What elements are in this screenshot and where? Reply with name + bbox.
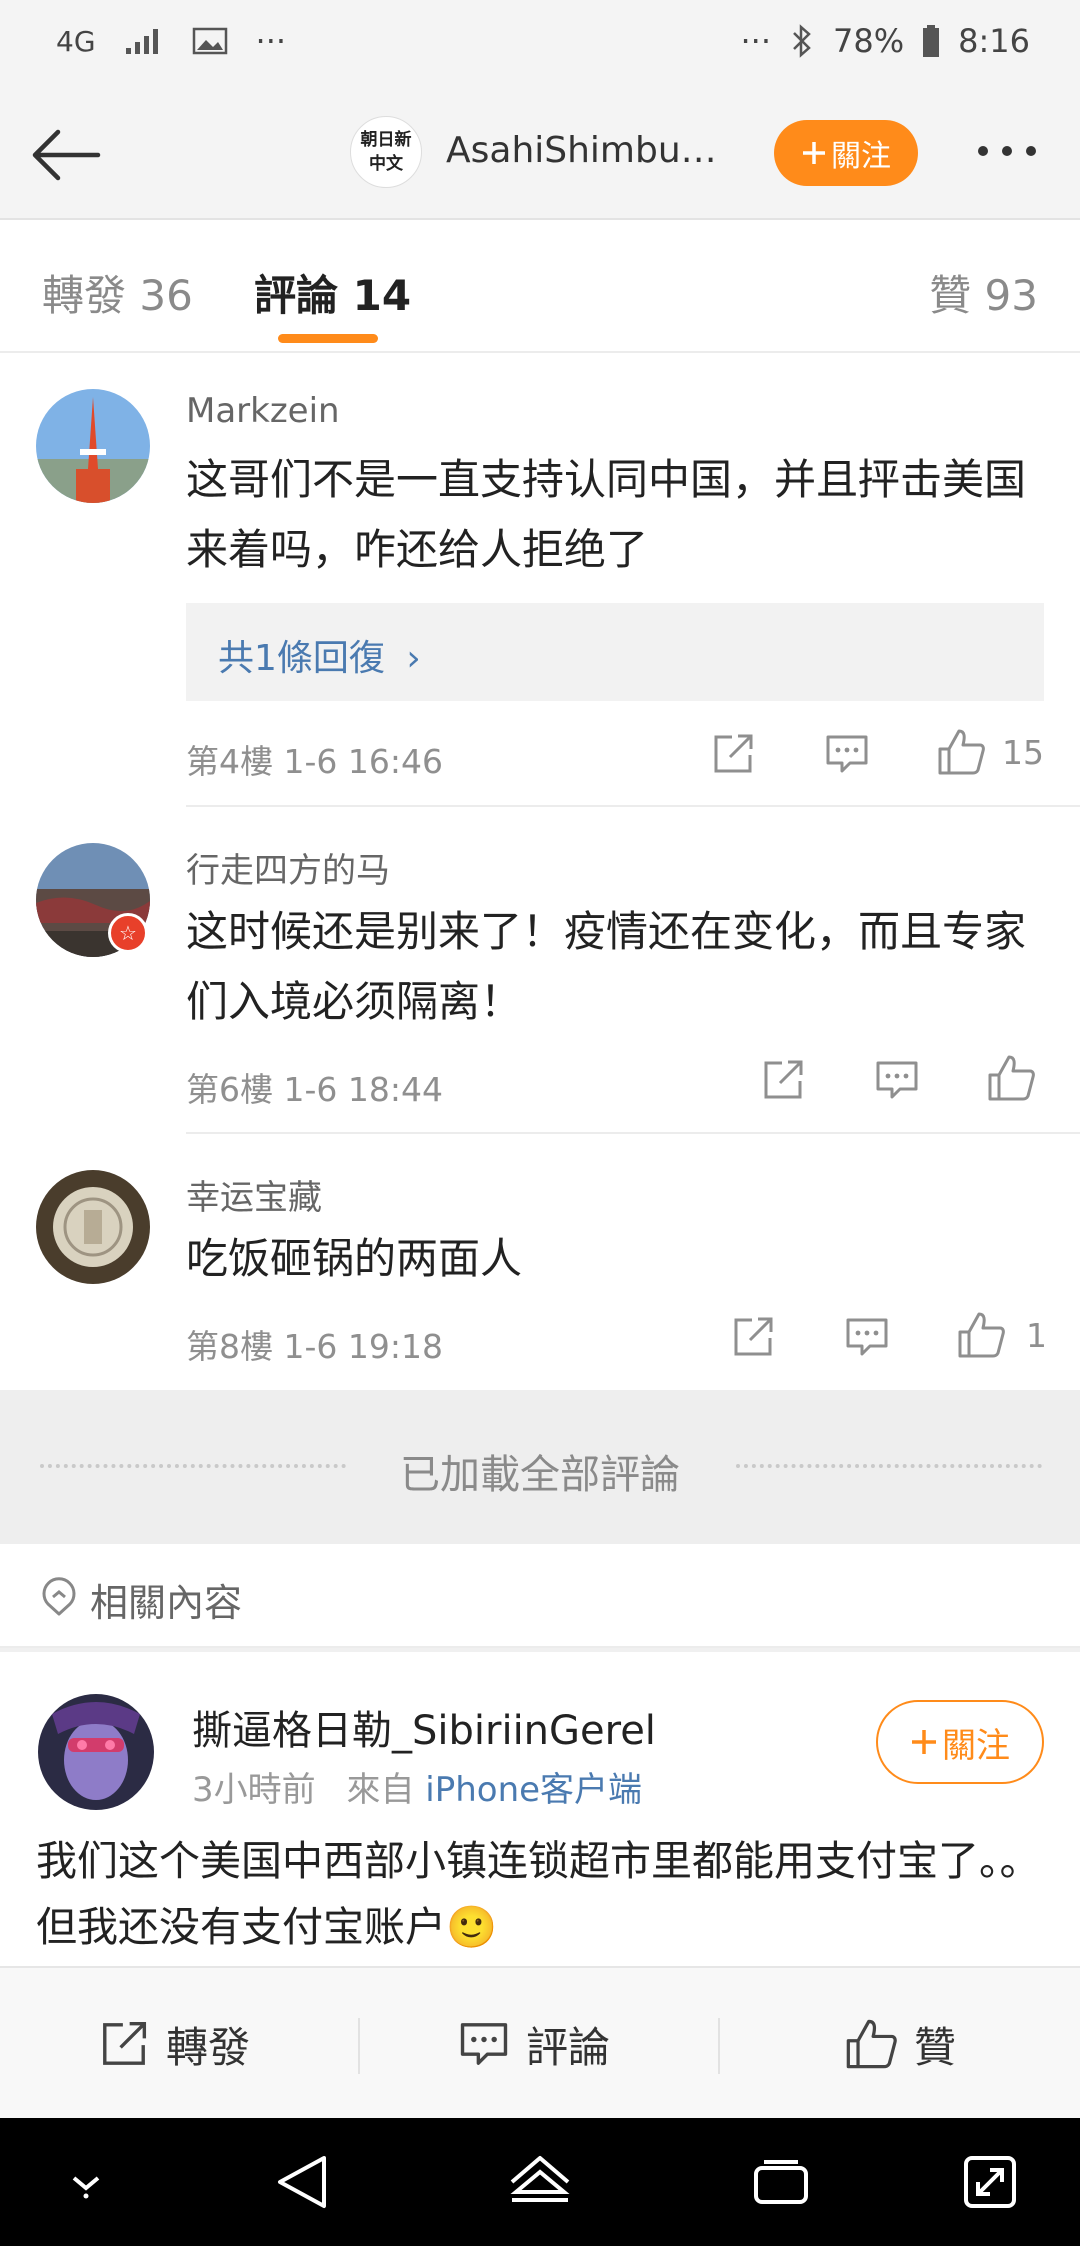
like-bottom-button[interactable]: 贊 <box>844 2014 956 2074</box>
comment-meta: 第6樓 1-6 18:44 <box>186 1063 443 1111</box>
comment-floor: 第6樓 <box>186 1070 273 1109</box>
more-options-icon[interactable] <box>978 146 1036 156</box>
comment-username[interactable]: 行走四方的马 <box>186 843 390 892</box>
clock: 8:16 <box>958 22 1030 60</box>
comment-username[interactable]: Markzein <box>186 391 340 431</box>
comment-item: 幸运宝藏 吃饭砸锅的两面人 第8樓 1-6 19:18 1 <box>0 1134 1080 1390</box>
related-label: 相關內容 <box>90 1581 243 1625</box>
battery-percent: 78% <box>833 22 905 60</box>
post-username[interactable]: 撕逼格日勒_SibiriinGerel <box>192 1698 656 1756</box>
account-avatar[interactable]: 朝日新 中文 <box>350 116 422 188</box>
like-label: 贊 <box>914 2022 957 2072</box>
tab-reposts[interactable]: 轉發 36 <box>42 262 193 323</box>
reply-icon[interactable] <box>874 1057 920 1103</box>
account-name[interactable]: AsahiShimbun... <box>446 130 726 171</box>
image-icon <box>192 26 228 56</box>
comment-button[interactable]: 評論 <box>458 2014 610 2074</box>
follow-button[interactable]: 關注 <box>774 120 918 186</box>
comment-time: 1-6 19:18 <box>283 1327 444 1366</box>
avatar[interactable] <box>38 1694 154 1810</box>
plus-icon <box>801 140 827 166</box>
like-button[interactable]: 1 <box>956 1310 1047 1360</box>
comment-text: 这哥们不是一直支持认同中国，并且抨击美国来着吗，咋还给人拒绝了 <box>186 455 1027 574</box>
like-button[interactable]: 15 <box>936 727 1044 777</box>
post-source[interactable]: iPhone客户端 <box>425 1770 642 1810</box>
follow-button[interactable]: 關注 <box>876 1700 1044 1784</box>
comment-text: 这时候还是别来了！疫情还在变化，而且专家们入境必须隔离！ <box>186 907 1027 1026</box>
post-time: 3小時前 <box>192 1770 316 1810</box>
repost-button[interactable]: 轉發 <box>98 2014 250 2074</box>
related-content-header: 相關內容 <box>0 1544 1080 1648</box>
like-button[interactable] <box>986 1053 1052 1103</box>
smile-emoji-icon: 🙂 <box>446 1903 498 1951</box>
post-meta: 3小時前 來自 iPhone客户端 <box>192 1762 642 1811</box>
post-body: 我们这个美国中西部小镇连锁超市里都能用支付宝了。。但我还没有支付宝账户 <box>36 1837 1041 1951</box>
top-navbar: 朝日新 中文 AsahiShimbun... 關注 <box>0 90 1080 220</box>
comment-floor: 第8樓 <box>186 1327 273 1366</box>
account-logo-line1: 朝日新 <box>360 130 412 150</box>
status-more: ··· <box>255 22 287 60</box>
like-count: 15 <box>1002 732 1044 772</box>
comment-floor: 第4樓 <box>186 742 273 781</box>
related-post-card[interactable]: 撕逼格日勒_SibiriinGerel 3小時前 來自 iPhone客户端 關注… <box>0 1652 1080 1966</box>
status-bar: 4G ··· ··· 78% 8:16 <box>0 0 1080 90</box>
system-navigation-bar <box>0 2118 1080 2246</box>
share-icon[interactable] <box>730 1314 776 1360</box>
signal-icon <box>124 26 164 56</box>
replies-label: 共1條回復 <box>218 638 385 679</box>
tab-bar: 轉發 36 評論 14 贊 93 <box>0 220 1080 353</box>
share-icon[interactable] <box>710 731 756 777</box>
nav-home-icon[interactable] <box>508 2152 572 2212</box>
divider <box>718 2018 720 2074</box>
bottom-action-bar: 轉發 評論 贊 <box>0 1966 1080 2118</box>
account-logo-line2: 中文 <box>369 154 403 174</box>
nav-expand-icon[interactable] <box>962 2154 1018 2210</box>
comment-text: 吃饭砸锅的两面人 <box>186 1234 523 1283</box>
like-count: 1 <box>1026 1315 1047 1355</box>
comment-label: 評論 <box>526 2022 611 2072</box>
avatar[interactable] <box>36 1170 150 1284</box>
avatar[interactable] <box>36 389 150 503</box>
post-from-prefix: 來自 <box>346 1770 415 1810</box>
comment-username[interactable]: 幸运宝藏 <box>186 1170 322 1219</box>
comment-meta: 第8樓 1-6 19:18 <box>186 1320 443 1368</box>
status-right: ··· 78% 8:16 <box>741 22 1031 60</box>
bluetooth-icon <box>789 24 815 58</box>
divider <box>358 2018 360 2074</box>
active-tab-indicator <box>278 334 378 343</box>
divider <box>736 1464 1042 1468</box>
share-icon[interactable] <box>760 1057 806 1103</box>
tab-comments[interactable]: 評論 14 <box>254 262 411 323</box>
plus-icon <box>910 1728 938 1756</box>
follow-label: 關注 <box>831 139 891 174</box>
back-arrow-icon[interactable] <box>28 120 104 190</box>
comment-meta: 第4樓 1-6 16:46 <box>186 735 443 783</box>
all-comments-loaded-banner: 已加載全部評論 <box>0 1390 1080 1544</box>
nav-recents-icon[interactable] <box>752 2158 810 2208</box>
nav-back-icon[interactable] <box>274 2152 330 2212</box>
comment-item: Markzein 这哥们不是一直支持认同中国，并且抨击美国来着吗，咋还给人拒绝了… <box>0 355 1080 805</box>
repost-label: 轉發 <box>166 2022 251 2072</box>
reply-icon[interactable] <box>824 731 870 777</box>
all-loaded-label: 已加載全部評論 <box>400 1452 680 1498</box>
comment-item: ☆ 行走四方的马 这时候还是别来了！疫情还在变化，而且专家们入境必须隔离！ 第6… <box>0 807 1080 1132</box>
tab-likes[interactable]: 贊 93 <box>929 262 1038 323</box>
comment-time: 1-6 16:46 <box>283 742 444 781</box>
status-left: 4G ··· <box>56 22 286 60</box>
post-text: 我们这个美国中西部小镇连锁超市里都能用支付宝了。。但我还没有支付宝账户🙂 <box>36 1828 1046 1960</box>
comment-time: 1-6 18:44 <box>283 1070 444 1109</box>
location-pin-icon <box>38 1576 80 1618</box>
replies-link[interactable]: 共1條回復 › <box>186 603 1044 701</box>
verified-badge-icon: ☆ <box>108 913 148 953</box>
chevron-down-icon[interactable] <box>64 2162 108 2202</box>
battery-icon <box>922 24 940 58</box>
network-indicator: 4G <box>56 24 96 58</box>
chevron-right-icon: › <box>406 638 421 679</box>
reply-icon[interactable] <box>844 1314 890 1360</box>
status-more-right: ··· <box>740 22 772 60</box>
follow-label: 關注 <box>942 1725 1010 1766</box>
